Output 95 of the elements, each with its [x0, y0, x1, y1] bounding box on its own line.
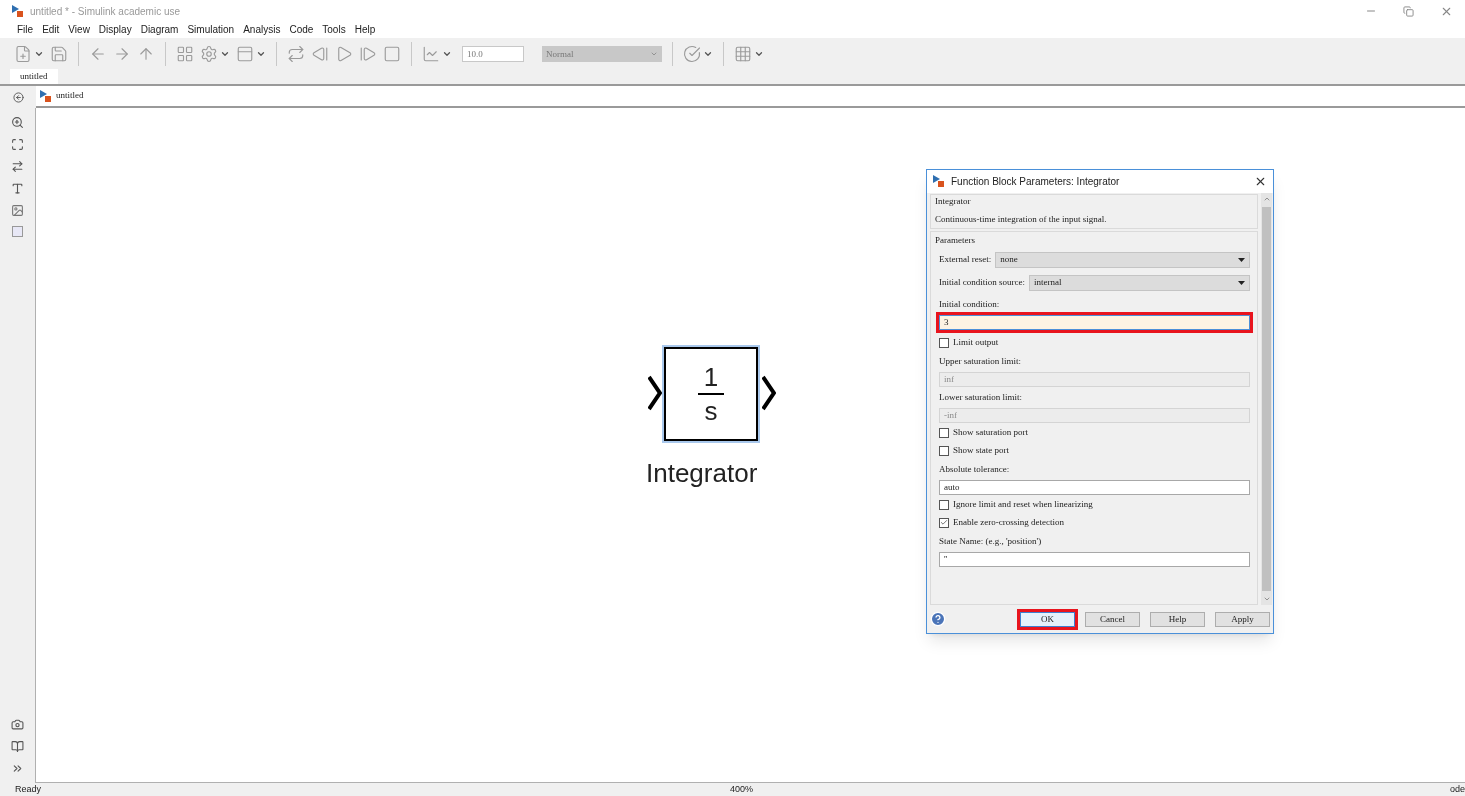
stop-icon[interactable]: [383, 45, 401, 63]
block-name: Integrator: [646, 457, 758, 490]
field-label: External reset:: [939, 252, 992, 266]
simulink-logo-icon: [12, 4, 24, 18]
block-numerator: 1: [703, 363, 719, 391]
checkbox-label: Show saturation port: [953, 425, 1028, 439]
forward-icon[interactable]: [113, 45, 131, 63]
simulink-logo-icon: [933, 175, 945, 188]
output-port-icon: [762, 375, 776, 411]
field-label: Initial condition source:: [939, 275, 1025, 289]
field-label: State Name: (e.g., 'position'): [939, 535, 1043, 548]
input-field[interactable]: auto: [939, 480, 1250, 495]
stop-time-field[interactable]: 10.0: [462, 46, 524, 62]
dialog-title: Function Block Parameters: Integrator: [951, 175, 1121, 189]
input-port-icon: [648, 375, 662, 411]
checkbox-label: Enable zero-crossing detection: [953, 515, 1064, 529]
menu-item[interactable]: Simulation: [187, 22, 235, 37]
group-title: Parameters: [935, 234, 976, 247]
expand-icon[interactable]: [11, 762, 24, 775]
checkbox-label: Show state port: [953, 443, 1009, 457]
close-icon[interactable]: [1254, 175, 1267, 188]
breadcrumb-item[interactable]: untitled: [56, 89, 84, 103]
new-model-icon[interactable]: [14, 45, 32, 63]
block-denominator: s: [704, 397, 718, 425]
arrows-icon[interactable]: [11, 160, 24, 173]
scroll-down-icon[interactable]: [1262, 595, 1271, 603]
dialog-button[interactable]: Help: [1150, 611, 1205, 627]
menu-item[interactable]: Diagram: [140, 22, 179, 37]
play-icon[interactable]: [335, 45, 353, 63]
integrator-block[interactable]: 1 s: [664, 347, 758, 441]
group-title: Integrator: [935, 195, 972, 207]
field-label: Upper saturation limit:: [939, 355, 1022, 368]
dialog-button[interactable]: Cancel: [1085, 611, 1140, 627]
checkbox[interactable]: [939, 337, 949, 348]
caret-icon[interactable]: [703, 49, 713, 59]
fit-view-icon[interactable]: [11, 138, 24, 151]
library-icon[interactable]: [176, 45, 194, 63]
input-field[interactable]: '': [939, 552, 1250, 567]
report-icon[interactable]: [11, 740, 24, 753]
zoom-level: 400%: [730, 782, 755, 796]
caret-icon: [1238, 257, 1245, 262]
checkbox[interactable]: [939, 445, 949, 456]
dialog-button[interactable]: Apply: [1215, 611, 1270, 627]
caret-icon: [650, 50, 658, 58]
checkbox[interactable]: [939, 427, 949, 438]
dialog-button[interactable]: OK: [1020, 611, 1075, 627]
menu-item[interactable]: Help: [354, 22, 376, 37]
model-tab[interactable]: untitled: [10, 69, 58, 84]
step-forward-icon[interactable]: [359, 45, 377, 63]
checkbox-label: Limit output: [953, 335, 999, 349]
field-label: Initial condition:: [939, 298, 1001, 311]
up-icon[interactable]: [137, 45, 155, 63]
save-icon[interactable]: [50, 45, 68, 63]
menu-item[interactable]: Edit: [42, 22, 60, 37]
caret-icon[interactable]: [34, 49, 44, 59]
hide-browser-icon[interactable]: [12, 91, 24, 103]
checkbox[interactable]: [939, 517, 949, 528]
caret-icon[interactable]: [220, 49, 230, 59]
caret-icon: [1238, 280, 1245, 285]
caret-icon[interactable]: [442, 49, 452, 59]
caret-icon[interactable]: [256, 49, 266, 59]
restore-icon[interactable]: [1403, 5, 1414, 17]
status-text: Ready: [14, 782, 42, 796]
zoom-icon[interactable]: [11, 116, 24, 129]
field-label: Lower saturation limit:: [939, 391, 1023, 404]
scroll-up-icon[interactable]: [1262, 195, 1271, 203]
help-icon[interactable]: [930, 611, 946, 627]
field-label: Absolute tolerance:: [939, 463, 1011, 476]
scrollbar[interactable]: [1261, 193, 1272, 605]
settings-icon[interactable]: [200, 45, 218, 63]
checkbox-label: Ignore limit and reset when linearizing: [953, 497, 1093, 511]
menu-item[interactable]: Code: [289, 22, 314, 37]
menu-item[interactable]: File: [17, 22, 34, 37]
window-title: untitled * - Simulink academic use: [30, 4, 181, 19]
menu-item[interactable]: View: [68, 22, 90, 37]
area-icon[interactable]: [12, 226, 23, 237]
image-icon[interactable]: [11, 204, 24, 217]
simulink-logo-icon: [40, 89, 52, 103]
step-back-icon[interactable]: [311, 45, 329, 63]
solver-text: ode: [1449, 782, 1465, 796]
chart-icon[interactable]: [422, 45, 440, 63]
input-field[interactable]: 3: [939, 315, 1250, 330]
menu-item[interactable]: Tools: [322, 22, 346, 37]
camera-icon[interactable]: [11, 718, 24, 731]
caret-icon[interactable]: [754, 49, 764, 59]
menu-item[interactable]: Analysis: [243, 22, 281, 37]
annotation-icon[interactable]: [11, 182, 24, 195]
menu-item[interactable]: Display: [98, 22, 132, 37]
block-description: Continuous-time integration of the input signal.: [935, 213, 1108, 226]
checkbox[interactable]: [939, 499, 949, 510]
back-icon[interactable]: [89, 45, 107, 63]
check-icon[interactable]: [683, 45, 701, 63]
dropdown[interactable]: none: [995, 251, 1250, 268]
dropdown[interactable]: internal: [1029, 274, 1250, 291]
loop-icon[interactable]: [287, 45, 305, 63]
